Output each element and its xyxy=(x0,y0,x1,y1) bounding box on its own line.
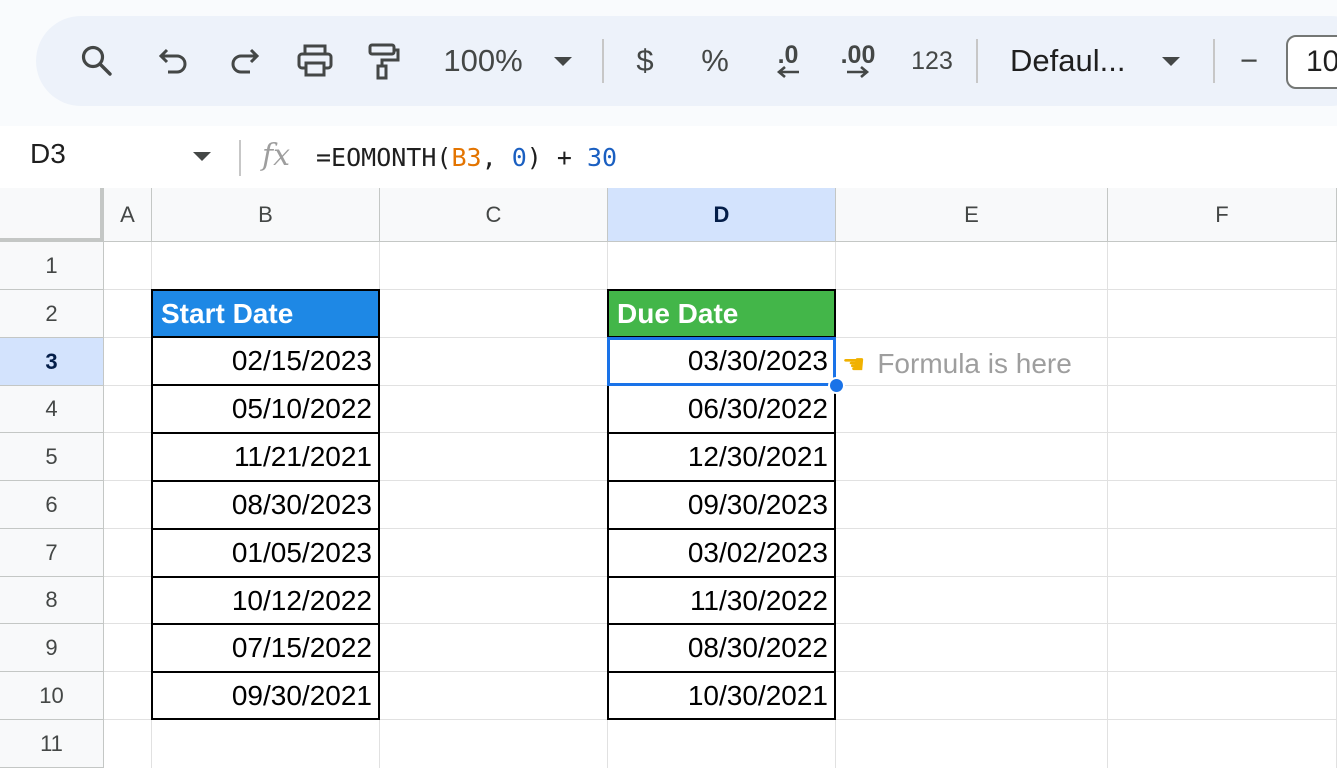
due-date-cell[interactable]: 11/30/2022 xyxy=(607,576,836,625)
row-header-7[interactable]: 7 xyxy=(0,529,104,577)
search-menu-icon[interactable] xyxy=(74,16,120,106)
select-all-corner[interactable] xyxy=(0,188,104,242)
currency-format-button[interactable]: $ xyxy=(630,16,660,106)
increase-decimal-button[interactable]: .00 xyxy=(836,16,880,106)
due-date-cell[interactable]: 03/30/2023 xyxy=(607,336,836,386)
start-date-cell[interactable]: 11/21/2021 xyxy=(151,432,380,482)
increase-decimal-label: .00 xyxy=(840,41,876,69)
start-date-cell[interactable]: 01/05/2023 xyxy=(151,528,380,578)
start-date-cell[interactable]: 02/15/2023 xyxy=(151,336,380,386)
grid-line xyxy=(1107,242,1108,768)
column-header-a[interactable]: A xyxy=(104,188,152,242)
row-header-2[interactable]: 2 xyxy=(0,290,104,338)
arrow-right-icon xyxy=(847,66,870,78)
column-header-e[interactable]: E xyxy=(836,188,1108,242)
start-date-cell[interactable]: 09/30/2021 xyxy=(151,671,380,720)
formula-ref: B3 xyxy=(451,143,482,172)
formula-bar-separator xyxy=(239,140,241,176)
print-icon[interactable] xyxy=(294,16,336,106)
paint-format-icon[interactable] xyxy=(364,16,404,106)
row-header-1[interactable]: 1 xyxy=(0,242,104,290)
row-header-11[interactable]: 11 xyxy=(0,720,104,768)
row-header-8[interactable]: 8 xyxy=(0,577,104,624)
more-formats-button[interactable]: 123 xyxy=(906,16,958,106)
column-header-f[interactable]: F xyxy=(1108,188,1337,242)
start-date-cell[interactable]: 07/15/2022 xyxy=(151,623,380,673)
column-header-d[interactable]: D xyxy=(608,188,836,242)
formula-sep: , xyxy=(481,143,512,172)
formula-input[interactable]: =EOMONTH(B3, 0) + 30 xyxy=(316,143,617,172)
font-family-select[interactable]: Defaul... xyxy=(1010,16,1136,106)
decrease-font-size-button[interactable]: − xyxy=(1234,16,1264,106)
start-date-cell[interactable]: 08/30/2023 xyxy=(151,480,380,530)
zoom-select[interactable]: 100% xyxy=(438,16,528,106)
pointing-left-hand-icon: ☚ xyxy=(842,348,866,379)
formula-note-text: Formula is here xyxy=(877,348,1072,379)
toolbar: 100% $ % .0 .00 123 Defaul... − xyxy=(36,16,1337,106)
due-date-cell[interactable]: 08/30/2022 xyxy=(607,623,836,673)
formula-note: ☚ Formula is here xyxy=(842,340,1072,388)
start-date-header[interactable]: Start Date xyxy=(151,289,380,338)
start-date-cell[interactable]: 05/10/2022 xyxy=(151,384,380,434)
row-header-10[interactable]: 10 xyxy=(0,672,104,720)
toolbar-separator xyxy=(602,39,604,83)
zoom-dropdown-icon[interactable] xyxy=(552,16,574,106)
due-date-cell[interactable]: 12/30/2021 xyxy=(607,432,836,482)
due-date-cell[interactable]: 03/02/2023 xyxy=(607,528,836,578)
formula-number: 30 xyxy=(586,143,618,172)
due-date-header[interactable]: Due Date xyxy=(607,289,836,338)
name-box[interactable]: D3 xyxy=(30,138,66,170)
toolbar-separator xyxy=(1213,39,1215,83)
function-icon: fx xyxy=(262,138,291,173)
decrease-decimal-button[interactable]: .0 xyxy=(766,16,810,106)
formula-arg: 0 xyxy=(511,143,527,172)
due-date-cell[interactable]: 10/30/2021 xyxy=(607,671,836,720)
undo-icon[interactable] xyxy=(154,16,194,106)
row-header-4[interactable]: 4 xyxy=(0,386,104,433)
column-header-c[interactable]: C xyxy=(380,188,608,242)
row-header-5[interactable]: 5 xyxy=(0,433,104,481)
row-header-9[interactable]: 9 xyxy=(0,624,104,672)
formula-mid: ) + xyxy=(526,143,587,172)
font-size-input[interactable]: 10 xyxy=(1286,35,1337,89)
row-header-3[interactable]: 3 xyxy=(0,338,104,386)
font-family-dropdown-icon[interactable] xyxy=(1160,16,1182,106)
formula-prefix: =EOMONTH( xyxy=(316,143,452,172)
column-header-b[interactable]: B xyxy=(152,188,380,242)
due-date-cell[interactable]: 06/30/2022 xyxy=(607,384,836,434)
decrease-decimal-label: .0 xyxy=(777,41,799,69)
due-date-cell[interactable]: 09/30/2023 xyxy=(607,480,836,530)
arrow-left-icon xyxy=(776,66,799,78)
start-date-cell[interactable]: 10/12/2022 xyxy=(151,576,380,625)
toolbar-separator xyxy=(976,39,978,83)
row-header-6[interactable]: 6 xyxy=(0,481,104,529)
percent-format-button[interactable]: % xyxy=(698,16,732,106)
name-box-dropdown-icon[interactable] xyxy=(193,152,211,161)
redo-icon[interactable] xyxy=(224,16,264,106)
